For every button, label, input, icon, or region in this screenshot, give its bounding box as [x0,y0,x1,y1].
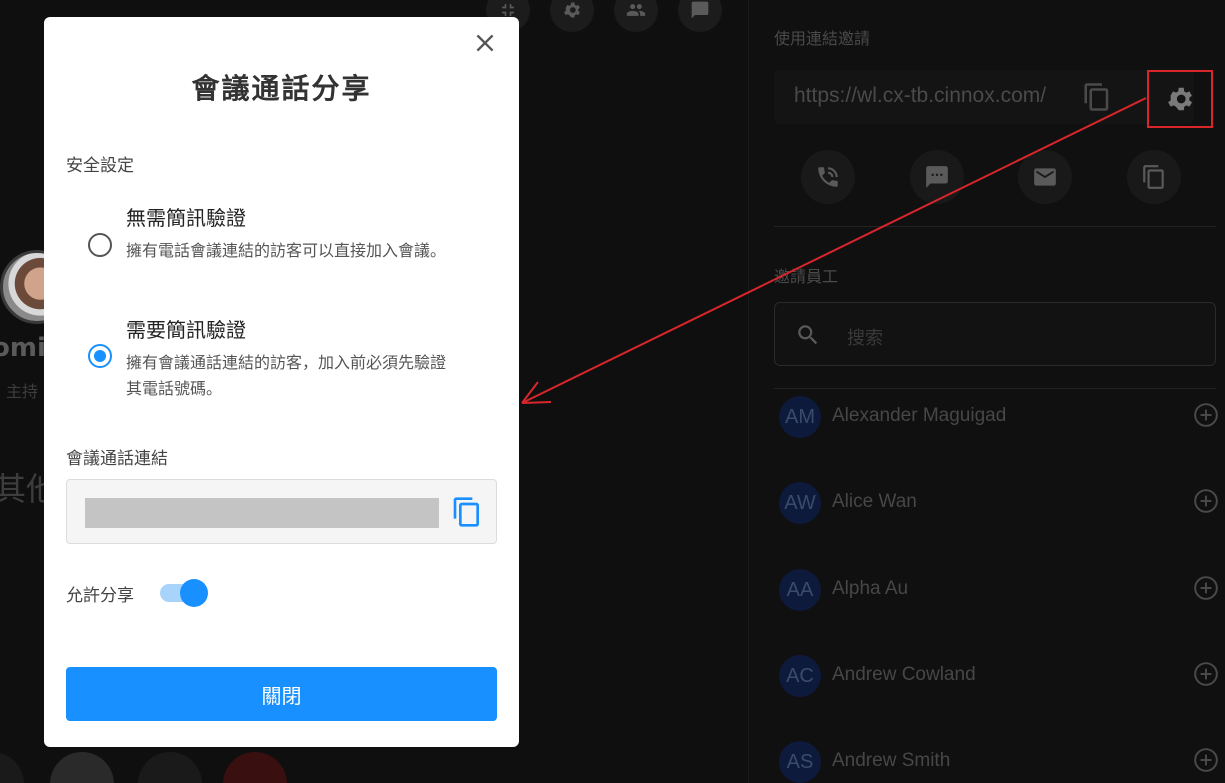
link-settings-button[interactable] [1147,70,1213,128]
contact-name: Alexander Maguigad [832,405,1007,426]
settings-button[interactable] [550,0,594,32]
invite-link-label: 使用連結邀請 [774,29,871,48]
add-circle-icon[interactable] [1193,488,1219,514]
redacted-link [85,498,439,528]
contact-item: AS Andrew Smith [779,741,1219,783]
share-copy-button[interactable] [1126,150,1181,204]
hangup-button[interactable] [223,752,287,783]
host-role: 主持 [6,382,39,401]
chat-button[interactable] [678,0,722,32]
share-email-button[interactable] [1018,150,1073,204]
invite-link-url: https://wl.cx-tb.cinnox.com/ [794,84,1047,107]
dialog-title: 會議通話分享 [191,72,372,105]
control-button-2[interactable] [50,752,114,783]
sms-icon [925,166,948,188]
divider [774,226,1216,227]
add-circle-icon[interactable] [1193,402,1219,428]
contact-item: AC Andrew Cowland [779,655,1219,699]
search-placeholder: 搜索 [847,328,883,349]
copy-icon [1143,165,1164,189]
invite-panel: 使用連結邀請 https://wl.cx-tb.cinnox.com/ 邀請員工… [748,0,1225,783]
meeting-link-label: 會議通話連結 [66,449,168,469]
contact-avatar: AC [779,655,821,697]
people-icon [626,4,646,16]
host-name: omi [0,333,46,363]
option-desc: 擁有電話會議連結的訪客可以直接加入會議。 [126,241,447,260]
close-dialog-button[interactable]: 關閉 [66,667,497,721]
close-button[interactable] [472,30,498,56]
control-button-3[interactable] [138,752,202,783]
contact-name: Andrew Cowland [832,664,976,685]
phone-callback-icon [818,167,838,187]
option-title: 無需簡訊驗證 [126,206,246,230]
share-methods [801,150,1181,204]
share-dialog: 會議通話分享 安全設定 無需簡訊驗證 擁有電話會議連結的訪客可以直接加入會議。 … [44,17,519,747]
radio-no-sms[interactable] [88,233,112,257]
email-icon [1034,168,1057,186]
share-call-button[interactable] [801,150,855,204]
option-title: 需要簡訊驗證 [126,318,246,342]
allow-share-label: 允許分享 [66,586,134,606]
contact-item: AM Alexander Maguigad [779,396,1219,440]
contact-avatar: AA [779,569,821,611]
invite-staff-label: 邀請員工 [774,267,839,286]
call-bottom-controls [0,752,748,783]
copy-icon[interactable] [1082,82,1112,112]
contact-avatar: AS [779,741,821,783]
participants-button[interactable] [614,0,658,32]
add-circle-icon[interactable] [1193,661,1219,687]
contact-name: Alice Wan [832,491,917,512]
radio-require-sms[interactable] [88,344,112,368]
close-icon [476,34,494,52]
meeting-link-field [66,479,497,544]
contact-name: Alpha Au [832,578,909,599]
security-settings-label: 安全設定 [66,156,134,176]
gear-icon [564,2,580,18]
search-icon [798,325,818,345]
add-circle-icon[interactable] [1193,575,1219,601]
call-top-toolbar [486,0,722,32]
chat-icon [691,1,709,19]
gear-icon [1168,87,1192,111]
contact-avatar: AW [779,482,821,524]
toggle-knob [180,579,208,607]
contact-name: Andrew Smith [832,750,951,771]
contact-avatar: AM [779,396,821,438]
contact-item: AA Alpha Au [779,569,1219,613]
share-sms-button[interactable] [909,150,964,204]
divider [774,388,1216,389]
copy-icon[interactable] [451,496,483,528]
control-button-1[interactable] [0,752,24,783]
add-circle-icon[interactable] [1193,747,1219,773]
allow-share-toggle[interactable] [160,579,208,607]
option-desc: 擁有會議通話連結的訪客，加入前必須先驗證其電話號碼。 [126,353,447,398]
staff-search-input[interactable]: 搜索 [774,302,1216,366]
contact-item: AW Alice Wan [779,482,1219,526]
invite-link-box: https://wl.cx-tb.cinnox.com/ [774,70,1194,124]
